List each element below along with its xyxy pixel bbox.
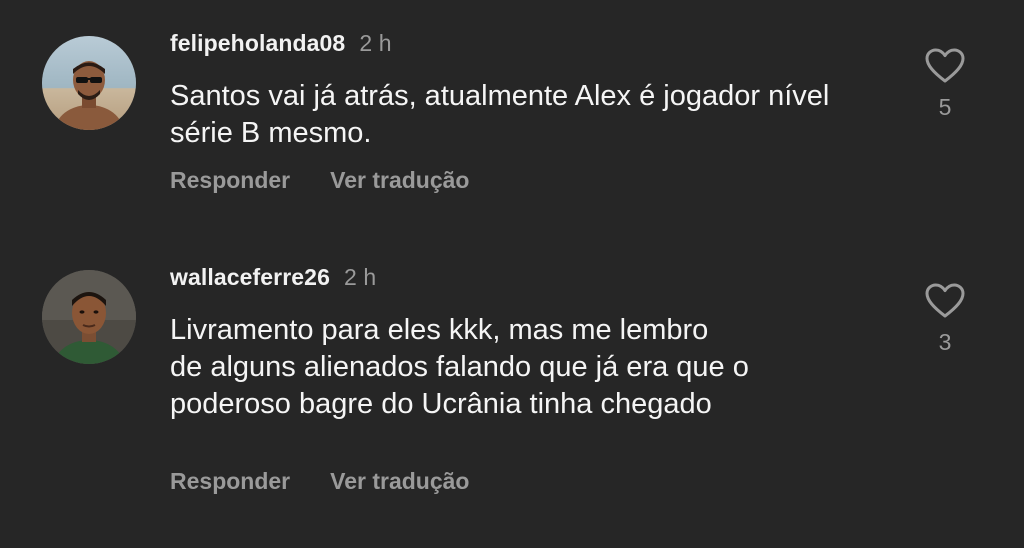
- comment-text: Santos vai já atrás, atualmente Alex é j…: [170, 80, 830, 149]
- reply-button[interactable]: Responder: [170, 468, 290, 494]
- translate-button[interactable]: Ver tradução: [330, 167, 469, 193]
- heart-outline-icon[interactable]: [925, 283, 965, 319]
- comment-actions: Responder Ver tradução: [170, 468, 469, 495]
- avatar[interactable]: [42, 36, 136, 130]
- like-count: 5: [938, 94, 952, 120]
- reply-button[interactable]: Responder: [170, 167, 290, 193]
- username-text[interactable]: felipeholanda08: [170, 30, 345, 56]
- translate-button[interactable]: Ver tradução: [330, 468, 469, 494]
- comment-timestamp: 2 h: [359, 30, 392, 56]
- comment-actions: Responder Ver tradução: [170, 167, 469, 194]
- comment-text: Livramento para eles kkk, mas me lembro …: [170, 314, 749, 420]
- comment-item: felipeholanda08 2 h Santos vai já atrás, …: [0, 0, 1024, 250]
- like-control: 5: [920, 48, 970, 121]
- username-text[interactable]: wallaceferre26: [170, 264, 330, 290]
- like-control: 3: [920, 283, 970, 356]
- heart-outline-icon[interactable]: [925, 48, 965, 84]
- avatar[interactable]: [42, 270, 136, 364]
- comment-item: wallaceferre26 2 h Livramento para eles k…: [0, 250, 1024, 548]
- comment-username[interactable]: felipeholanda08 2 h: [170, 30, 392, 57]
- like-count: 3: [938, 329, 952, 355]
- comment-timestamp: 2 h: [343, 264, 377, 290]
- comment-username[interactable]: wallaceferre26 2 h: [170, 264, 376, 291]
